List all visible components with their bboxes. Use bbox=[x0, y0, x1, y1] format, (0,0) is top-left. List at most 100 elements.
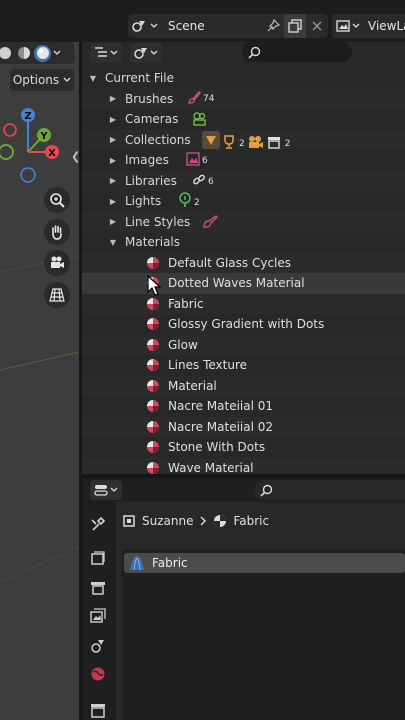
navigation-gizmo[interactable]: Z Y X bbox=[0, 102, 79, 232]
outliner-search-input[interactable] bbox=[242, 42, 352, 62]
scene-name[interactable]: Scene bbox=[162, 19, 262, 33]
viewport-3d[interactable]: Options Z Y X ❮ bbox=[0, 42, 79, 720]
camera-view-button[interactable] bbox=[44, 250, 70, 276]
chevron-down-icon bbox=[110, 50, 118, 55]
tab-world[interactable] bbox=[88, 664, 108, 684]
top-bar: Scene ViewLa bbox=[0, 0, 405, 42]
material-item[interactable]: Material bbox=[82, 375, 405, 396]
viewlayer-selector[interactable]: ViewLa bbox=[332, 14, 405, 38]
tree-item-label: Collections bbox=[125, 132, 191, 147]
collapsed-arrow-icon[interactable]: ▶ bbox=[108, 176, 118, 185]
collection-icon bbox=[202, 130, 220, 149]
material-slot-list[interactable]: Fabric bbox=[122, 550, 405, 720]
collapsed-arrow-icon[interactable]: ▶ bbox=[108, 197, 118, 206]
properties-header bbox=[82, 478, 405, 502]
tree-item-images[interactable]: ▶ Images 6 bbox=[82, 150, 405, 171]
tree-item-materials[interactable]: ▼ Materials bbox=[82, 232, 405, 253]
light-icon bbox=[179, 192, 191, 207]
expanded-arrow-icon[interactable]: ▼ bbox=[108, 238, 118, 247]
chevron-down-icon bbox=[63, 77, 71, 82]
rendered-shading-button[interactable] bbox=[34, 44, 51, 62]
material-item[interactable]: Nacre Mateiial 01 bbox=[82, 396, 405, 417]
editor-type-dropdown[interactable] bbox=[90, 480, 122, 500]
material-item[interactable]: Glow bbox=[82, 334, 405, 355]
material-icon bbox=[146, 358, 160, 372]
material-slot-item[interactable]: Fabric bbox=[124, 553, 405, 573]
material-item[interactable]: Dotted Waves Material bbox=[82, 273, 405, 294]
tree-item-label: Libraries bbox=[125, 173, 177, 188]
material-slot-label: Fabric bbox=[152, 556, 188, 570]
tab-view-layer[interactable] bbox=[88, 606, 108, 626]
material-icon bbox=[146, 256, 160, 270]
collapsed-arrow-icon[interactable]: ▶ bbox=[108, 217, 118, 226]
solid-shading-button[interactable] bbox=[0, 45, 13, 62]
material-label: Dotted Waves Material bbox=[168, 276, 305, 291]
viewlayer-type-dropdown[interactable] bbox=[332, 14, 364, 38]
collapsed-arrow-icon[interactable]: ▶ bbox=[108, 135, 118, 144]
printer-icon bbox=[91, 582, 105, 595]
collapse-arrow-icon[interactable]: ❮ bbox=[71, 150, 79, 163]
brushes-count: 74 bbox=[203, 93, 215, 104]
collapsed-arrow-icon[interactable]: ▶ bbox=[108, 115, 118, 124]
collections-icons: 2 2 bbox=[202, 130, 290, 149]
pin-icon bbox=[267, 19, 280, 32]
camera-data-icon bbox=[193, 112, 206, 126]
material-item[interactable]: Nacre Mateiial 02 bbox=[82, 416, 405, 437]
tree-item-label: Lights bbox=[125, 194, 162, 209]
collapsed-arrow-icon[interactable]: ▶ bbox=[108, 94, 118, 103]
tree-item-label: Brushes bbox=[125, 91, 174, 106]
expanded-arrow-icon[interactable]: ▼ bbox=[88, 74, 98, 83]
viewlayer-name[interactable]: ViewLa bbox=[364, 19, 405, 33]
new-scene-button[interactable] bbox=[284, 14, 306, 38]
tree-item-cameras[interactable]: ▶ Cameras bbox=[82, 109, 405, 130]
editor-type-dropdown[interactable] bbox=[90, 43, 122, 63]
material-item[interactable]: Stone With Dots bbox=[82, 437, 405, 458]
tree-item-brushes[interactable]: ▶ Brushes 74 bbox=[82, 88, 405, 109]
chevron-down-icon bbox=[150, 23, 158, 28]
material-item[interactable]: Lines Texture bbox=[82, 355, 405, 376]
properties-panel: Suzanne Fabric Fabric bbox=[82, 478, 405, 720]
collapsed-arrow-icon[interactable]: ▶ bbox=[108, 156, 118, 165]
brush-stroke-icon bbox=[203, 214, 218, 228]
material-item[interactable]: Default Glass Cycles bbox=[82, 252, 405, 273]
material-item[interactable]: Wave Material bbox=[82, 457, 405, 474]
tree-item-lights[interactable]: ▶ Lights 2 bbox=[82, 191, 405, 212]
zoom-button[interactable] bbox=[44, 187, 70, 213]
scene-selector[interactable]: Scene bbox=[128, 14, 328, 38]
tree-item-line-styles[interactable]: ▶ Line Styles bbox=[82, 211, 405, 232]
delete-scene-button[interactable] bbox=[306, 14, 328, 38]
search-icon bbox=[248, 46, 261, 59]
material-item[interactable]: Glossy Gradient with Dots bbox=[82, 314, 405, 335]
tab-tool[interactable] bbox=[88, 514, 108, 534]
tree-item-current-file[interactable]: ▼ Current File bbox=[82, 68, 405, 89]
tab-scene[interactable] bbox=[88, 636, 108, 656]
properties-icon bbox=[94, 485, 108, 496]
tab-render[interactable] bbox=[88, 548, 108, 568]
brushes-icons: 74 bbox=[187, 90, 214, 104]
trophy-icon bbox=[224, 134, 234, 149]
properties-search-input[interactable] bbox=[254, 480, 405, 500]
tree-item-collections[interactable]: ▶ Collections 2 2 bbox=[82, 129, 405, 150]
render-icon bbox=[91, 551, 105, 565]
pin-button[interactable] bbox=[262, 14, 284, 38]
material-preview-button[interactable] bbox=[15, 45, 32, 62]
scene-type-dropdown[interactable] bbox=[128, 14, 162, 38]
tab-collection[interactable] bbox=[88, 700, 108, 720]
chevron-right-icon bbox=[200, 516, 207, 526]
display-mode-dropdown[interactable] bbox=[130, 43, 162, 63]
perspective-toggle-button[interactable] bbox=[44, 282, 70, 308]
pan-button[interactable] bbox=[44, 219, 70, 245]
material-icon bbox=[146, 461, 160, 474]
material-icon bbox=[146, 338, 160, 352]
material-item[interactable]: Fabric bbox=[82, 293, 405, 314]
gizmo-y-label: Y bbox=[39, 131, 48, 142]
tab-output[interactable] bbox=[88, 578, 108, 598]
camera-icon bbox=[51, 256, 64, 268]
duplicate-icon bbox=[288, 19, 302, 33]
material-label: Lines Texture bbox=[168, 358, 248, 373]
tree-item-libraries[interactable]: ▶ Libraries 6 bbox=[82, 170, 405, 191]
archive-icon bbox=[91, 704, 105, 718]
material-label: Glow bbox=[168, 337, 198, 352]
chevron-down-icon[interactable] bbox=[53, 50, 61, 56]
options-button[interactable]: Options bbox=[10, 69, 74, 91]
